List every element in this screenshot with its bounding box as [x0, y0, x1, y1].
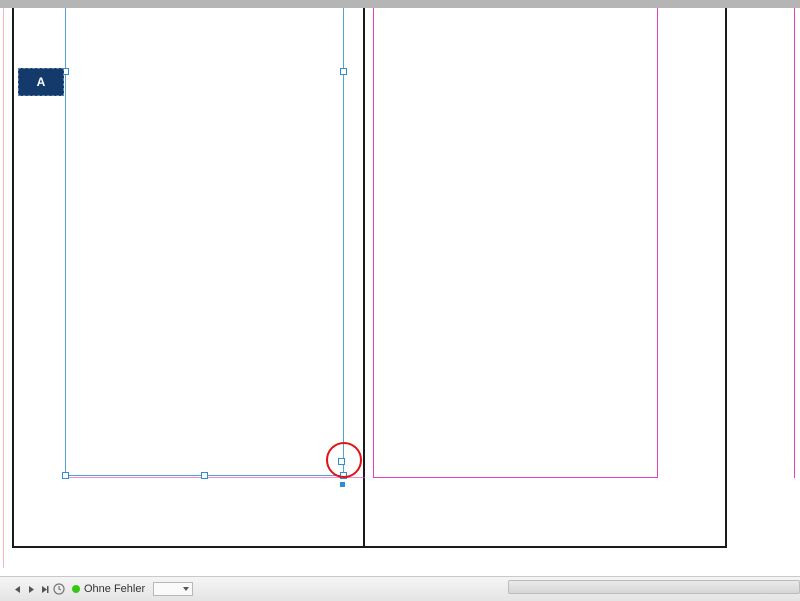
handle-mid-right[interactable]: [340, 68, 347, 75]
annotation-circle: [326, 442, 362, 478]
handle-bottom-left[interactable]: [62, 472, 69, 479]
handle-bottom-mid[interactable]: [201, 472, 208, 479]
preflight-status-text: Ohne Fehler: [84, 583, 145, 595]
frame-anchor-bottom[interactable]: [340, 482, 345, 487]
document-canvas[interactable]: A: [0, 8, 800, 576]
margin-right-page-left: [373, 8, 374, 478]
page-edge-left: [12, 8, 14, 548]
preflight-status-dot: [72, 585, 80, 593]
preflight-menu-dropdown[interactable]: [153, 582, 193, 596]
frame-edge-left[interactable]: [65, 8, 66, 476]
margin-left-page-bottom: [65, 477, 365, 478]
horizontal-scrollbar[interactable]: [508, 580, 800, 594]
page-edge-bottom: [12, 546, 727, 548]
last-page-icon[interactable]: [39, 583, 51, 595]
master-page-label-text: A: [37, 75, 46, 89]
margin-far-right: [794, 8, 795, 478]
frame-edge-right[interactable]: [343, 8, 344, 476]
margin-right-page-bottom: [373, 477, 658, 478]
app-chrome-strip: [0, 0, 800, 8]
preflight-icon[interactable]: [53, 583, 65, 595]
page-spine: [363, 8, 365, 548]
slug-guide-left: [3, 8, 4, 568]
prev-page-icon[interactable]: [11, 583, 23, 595]
next-page-icon[interactable]: [25, 583, 37, 595]
master-page-label[interactable]: A: [18, 68, 64, 96]
chevron-down-icon: [183, 587, 189, 591]
margin-right-page-right: [657, 8, 658, 478]
page-edge-right: [725, 8, 727, 548]
